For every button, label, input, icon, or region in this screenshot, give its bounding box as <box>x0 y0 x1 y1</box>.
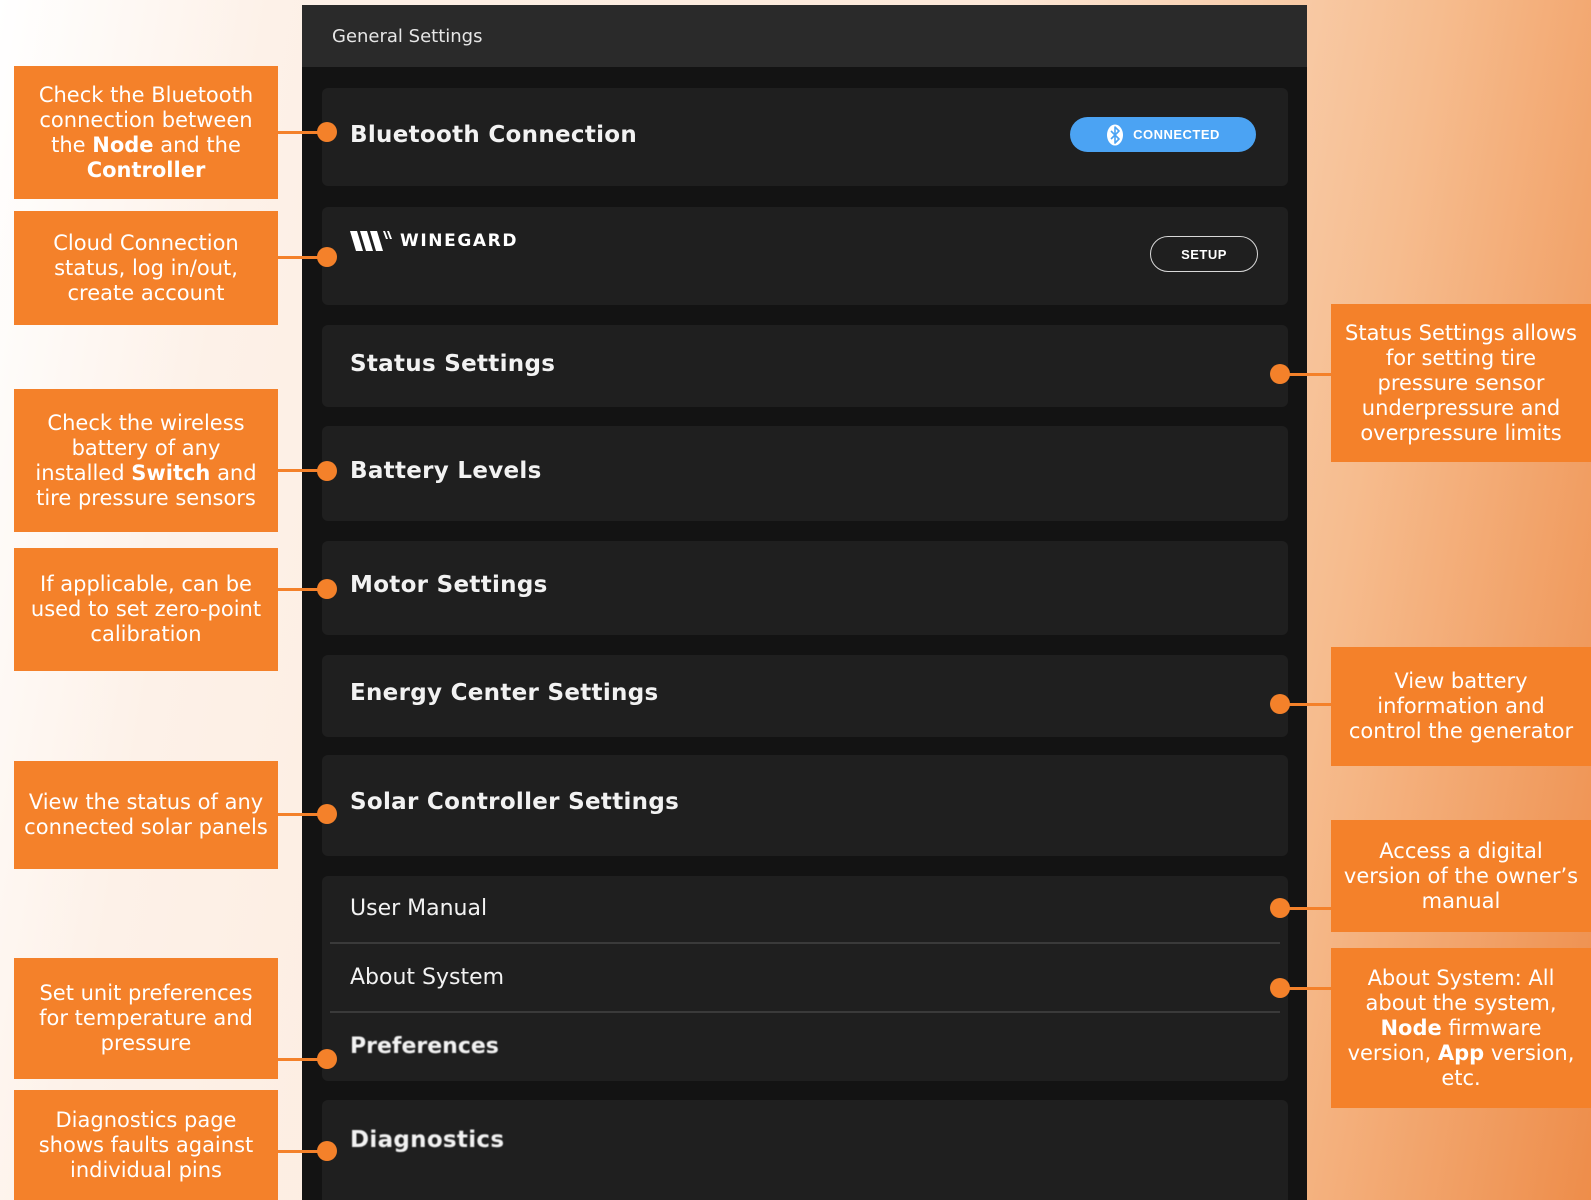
cloud-card[interactable]: WINEGARD SETUP <box>322 207 1288 305</box>
energy-center-item[interactable]: Energy Center Settings <box>322 655 1288 737</box>
callout-marker <box>317 247 337 267</box>
about-system-item[interactable]: About System <box>350 965 504 990</box>
callout-connector <box>1285 373 1331 376</box>
winegard-w-icon <box>350 231 392 251</box>
callout-energy: View battery information and control the… <box>1331 647 1591 766</box>
bluetooth-card[interactable]: Bluetooth Connection CONNECTED <box>322 88 1288 186</box>
battery-levels-item[interactable]: Battery Levels <box>322 426 1288 521</box>
callout-connector <box>1285 987 1331 990</box>
callout-connector <box>1285 907 1331 910</box>
motor-settings-label: Motor Settings <box>350 572 548 598</box>
energy-center-label: Energy Center Settings <box>350 680 659 706</box>
callout-marker <box>317 122 337 142</box>
callout-preferences: Set unit preferences for temperature and… <box>14 958 278 1079</box>
bluetooth-status-label: CONNECTED <box>1133 127 1220 142</box>
user-manual-item[interactable]: User Manual <box>350 896 487 921</box>
solar-controller-label: Solar Controller Settings <box>350 789 680 815</box>
callout-cloud: Cloud Connection status, log in/out, cre… <box>14 211 278 325</box>
callout-status-settings: Status Settings allows for setting tire … <box>1331 304 1591 462</box>
divider <box>330 942 1280 944</box>
divider <box>330 1011 1280 1013</box>
status-settings-item[interactable]: Status Settings <box>322 325 1288 407</box>
callout-marker <box>317 461 337 481</box>
callout-solar: View the status of any connected solar p… <box>14 761 278 869</box>
bluetooth-icon <box>1106 124 1124 146</box>
callout-about: About System: All about the system, Node… <box>1331 948 1591 1108</box>
diagnostics-item[interactable]: Diagnostics <box>322 1100 1288 1200</box>
setup-button[interactable]: SETUP <box>1150 236 1258 272</box>
info-list-card: User Manual About System Preferences <box>322 876 1288 1081</box>
diagnostics-label: Diagnostics <box>350 1127 505 1153</box>
callout-marker <box>1270 364 1290 384</box>
callout-bluetooth: Check the Bluetooth connection between t… <box>14 66 278 199</box>
callout-marker <box>1270 978 1290 998</box>
battery-levels-label: Battery Levels <box>350 458 542 484</box>
callout-marker <box>317 1141 337 1161</box>
callout-battery: Check the wireless battery of any instal… <box>14 389 278 532</box>
winegard-logo: WINEGARD <box>350 229 518 253</box>
settings-screen: General Settings Bluetooth Connection CO… <box>302 5 1307 1200</box>
callout-marker <box>317 1049 337 1069</box>
callout-marker <box>1270 898 1290 918</box>
motor-settings-item[interactable]: Motor Settings <box>322 541 1288 635</box>
bluetooth-title: Bluetooth Connection <box>350 122 638 148</box>
status-settings-label: Status Settings <box>350 351 556 377</box>
callout-motor: If applicable, can be used to set zero-p… <box>14 548 278 671</box>
preferences-item[interactable]: Preferences <box>350 1034 499 1059</box>
callout-manual: Access a digital version of the owner’s … <box>1331 820 1591 932</box>
callout-marker <box>317 579 337 599</box>
callout-marker <box>1270 694 1290 714</box>
bluetooth-status-badge[interactable]: CONNECTED <box>1070 117 1256 152</box>
callout-diagnostics: Diagnostics page shows faults against in… <box>14 1090 278 1200</box>
solar-controller-item[interactable]: Solar Controller Settings <box>322 755 1288 856</box>
callout-connector <box>1285 703 1331 706</box>
winegard-wordmark: WINEGARD <box>400 231 519 251</box>
callout-marker <box>317 804 337 824</box>
page-title: General Settings <box>332 25 483 47</box>
header-bar: General Settings <box>302 5 1307 67</box>
